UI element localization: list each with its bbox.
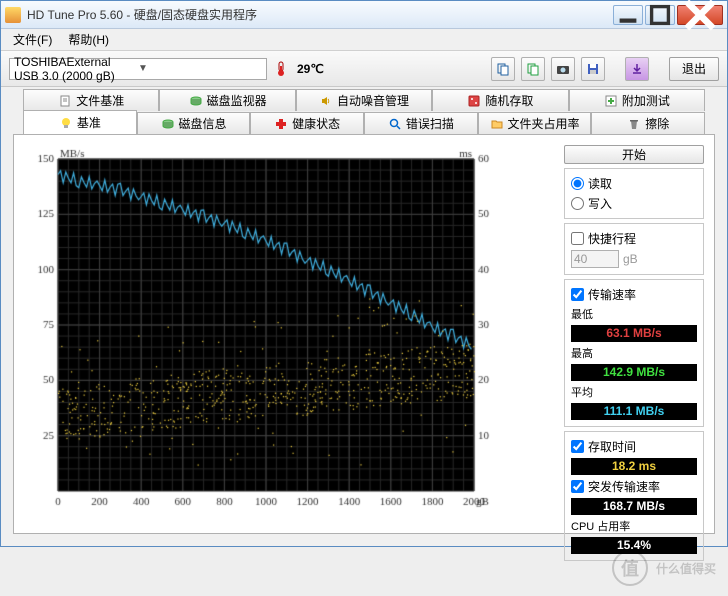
tab-磁盘信息[interactable]: 磁盘信息	[137, 112, 251, 134]
titlebar: HD Tune Pro 5.60 - 硬盘/固态硬盘实用程序	[1, 1, 727, 29]
toolbar: TOSHIBAExternal USB 3.0 (2000 gB) ▼ 29℃ …	[1, 51, 727, 87]
avg-label: 平均	[571, 384, 697, 400]
benchmark-chart	[24, 145, 554, 523]
search-icon	[388, 117, 402, 131]
bulb-icon	[59, 116, 73, 130]
min-label: 最低	[571, 306, 697, 322]
copy-text-button[interactable]	[491, 57, 515, 81]
app-icon	[5, 7, 21, 23]
disk-icon	[161, 117, 175, 131]
read-radio[interactable]: 读取	[571, 175, 697, 192]
tabs-row-bottom: 基准磁盘信息健康状态错误扫描文件夹占用率擦除	[1, 110, 727, 134]
content-panel: 开始 读取 写入 快捷行程 gB 传输速率 最低 63.1 MB/s 最高 14…	[13, 134, 715, 534]
window-title: HD Tune Pro 5.60 - 硬盘/固态硬盘实用程序	[27, 6, 611, 23]
tab-随机存取[interactable]: 随机存取	[432, 89, 568, 111]
transfer-checkbox[interactable]: 传输速率	[571, 286, 697, 303]
short-value-input	[571, 250, 619, 268]
cpu-label: CPU 占用率	[571, 518, 697, 534]
short-group: 快捷行程 gB	[564, 223, 704, 275]
menubar: 文件(F) 帮助(H)	[1, 29, 727, 51]
close-button[interactable]	[677, 5, 723, 25]
access-checkbox[interactable]: 存取时间	[571, 438, 697, 455]
thermometer-icon	[273, 61, 289, 77]
temperature-value: 29℃	[297, 62, 324, 76]
short-stroke-checkbox[interactable]: 快捷行程	[571, 230, 697, 247]
tab-文件基准[interactable]: 文件基准	[23, 89, 159, 111]
chevron-down-icon: ▼	[138, 63, 262, 74]
folder-icon	[490, 117, 504, 131]
minimize-button[interactable]	[613, 5, 643, 25]
tab-擦除[interactable]: 擦除	[591, 112, 705, 134]
menu-help[interactable]: 帮助(H)	[60, 29, 117, 50]
max-value: 142.9 MB/s	[571, 364, 697, 381]
cross-icon	[274, 117, 288, 131]
exit-button[interactable]: 退出	[669, 57, 719, 81]
side-panel: 开始 读取 写入 快捷行程 gB 传输速率 最低 63.1 MB/s 最高 14…	[564, 145, 704, 523]
tab-磁盘监视器[interactable]: 磁盘监视器	[159, 89, 295, 111]
chart-canvas	[24, 145, 504, 515]
device-select-value: TOSHIBAExternal USB 3.0 (2000 gB)	[14, 55, 138, 83]
trash-icon	[627, 117, 641, 131]
access-value: 18.2 ms	[571, 458, 697, 475]
camera-button[interactable]	[551, 57, 575, 81]
download-button[interactable]	[625, 57, 649, 81]
start-button[interactable]: 开始	[564, 145, 704, 164]
access-group: 存取时间 18.2 ms 突发传输速率 168.7 MB/s CPU 占用率 1…	[564, 431, 704, 561]
burst-checkbox[interactable]: 突发传输速率	[571, 478, 697, 495]
app-window: HD Tune Pro 5.60 - 硬盘/固态硬盘实用程序 文件(F) 帮助(…	[0, 0, 728, 547]
save-button[interactable]	[581, 57, 605, 81]
tab-基准[interactable]: 基准	[23, 110, 137, 134]
mode-group: 读取 写入	[564, 168, 704, 219]
tab-附加测试[interactable]: 附加测试	[569, 89, 705, 111]
write-radio[interactable]: 写入	[571, 195, 697, 212]
plus-icon	[604, 94, 618, 108]
burst-value: 168.7 MB/s	[571, 498, 697, 515]
max-label: 最高	[571, 345, 697, 361]
tab-自动噪音管理[interactable]: 自动噪音管理	[296, 89, 432, 111]
cpu-value: 15.4%	[571, 537, 697, 554]
tab-错误扫描[interactable]: 错误扫描	[364, 112, 478, 134]
tab-健康状态[interactable]: 健康状态	[250, 112, 364, 134]
transfer-group: 传输速率 最低 63.1 MB/s 最高 142.9 MB/s 平均 111.1…	[564, 279, 704, 427]
min-value: 63.1 MB/s	[571, 325, 697, 342]
menu-file[interactable]: 文件(F)	[5, 29, 60, 50]
dice-icon	[467, 94, 481, 108]
avg-value: 111.1 MB/s	[571, 403, 697, 420]
disk-icon	[189, 94, 203, 108]
doc-icon	[58, 94, 72, 108]
tabs-row-top: 文件基准磁盘监视器自动噪音管理随机存取附加测试	[1, 87, 727, 111]
maximize-button[interactable]	[645, 5, 675, 25]
copy-screenshot-button[interactable]	[521, 57, 545, 81]
tab-文件夹占用率[interactable]: 文件夹占用率	[478, 112, 592, 134]
speaker-icon	[319, 94, 333, 108]
device-select[interactable]: TOSHIBAExternal USB 3.0 (2000 gB) ▼	[9, 58, 267, 80]
